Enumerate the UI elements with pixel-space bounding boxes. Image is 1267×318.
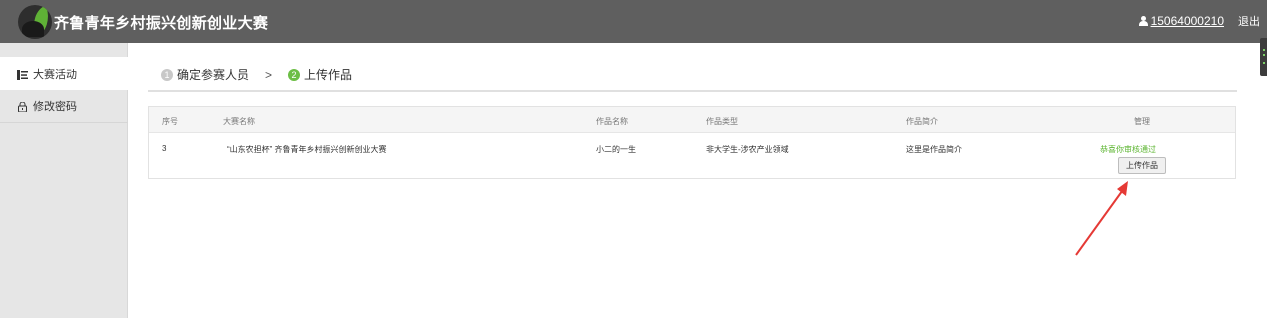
logout-link[interactable]: 退出 xyxy=(1238,13,1260,29)
lock-icon xyxy=(17,101,28,113)
user-box: 15064000210 退出 xyxy=(1138,13,1260,29)
cell-contest: “山东农担杯” 齐鲁青年乡村振兴创新创业大赛 xyxy=(227,145,387,154)
steps-divider xyxy=(148,90,1237,92)
user-phone-link[interactable]: 15064000210 xyxy=(1151,14,1224,28)
column-header-manage: 管理 xyxy=(1134,117,1150,126)
step-2-label[interactable]: 上传作品 xyxy=(304,66,352,83)
list-icon xyxy=(17,69,28,80)
table-header: 序号 大赛名称 作品名称 作品类型 作品简介 管理 xyxy=(149,107,1235,133)
app-title: 齐鲁青年乡村振兴创新创业大赛 xyxy=(54,15,269,32)
step-separator: > xyxy=(265,67,273,82)
column-header-index: 序号 xyxy=(162,117,178,126)
cell-index: 3 xyxy=(162,144,167,153)
sidebar-item-contest-activity[interactable]: 大赛活动 xyxy=(0,57,128,90)
column-header-contest: 大赛名称 xyxy=(223,117,255,126)
sidebar-item-change-password[interactable]: 修改密码 xyxy=(0,90,128,123)
top-header: 齐鲁青年乡村振兴创新创业大赛 15064000210 退出 xyxy=(0,0,1267,43)
logo xyxy=(18,5,52,39)
step-1-label[interactable]: 确定参赛人员 xyxy=(177,66,249,83)
sidebar-item-label: 修改密码 xyxy=(33,101,77,113)
cell-work-type: 非大学生-涉农产业领域 xyxy=(706,145,789,154)
user-icon xyxy=(1138,16,1148,26)
column-header-work-name: 作品名称 xyxy=(596,117,628,126)
side-scroll-tab[interactable] xyxy=(1260,38,1267,76)
sidebar-item-label: 大赛活动 xyxy=(33,68,77,81)
column-header-intro: 作品简介 xyxy=(906,117,938,126)
step-1-number: 1 xyxy=(161,68,173,81)
annotation-arrow-icon xyxy=(1075,181,1128,256)
step-2-number: 2 xyxy=(288,68,301,81)
steps-nav: 1 确定参赛人员 > 2 上传作品 xyxy=(161,66,352,83)
works-table: 序号 大赛名称 作品名称 作品类型 作品简介 管理 3 “山东农担杯” 齐鲁青年… xyxy=(148,106,1236,179)
cell-work-name: 小二的一生 xyxy=(596,145,636,154)
column-header-work-type: 作品类型 xyxy=(706,117,738,126)
sidebar: 大赛活动 修改密码 xyxy=(0,43,128,318)
cell-intro: 这里是作品简介 xyxy=(906,145,962,154)
upload-work-button[interactable]: 上传作品 xyxy=(1118,157,1166,174)
status-badge: 恭喜你审核通过 xyxy=(1100,145,1156,154)
